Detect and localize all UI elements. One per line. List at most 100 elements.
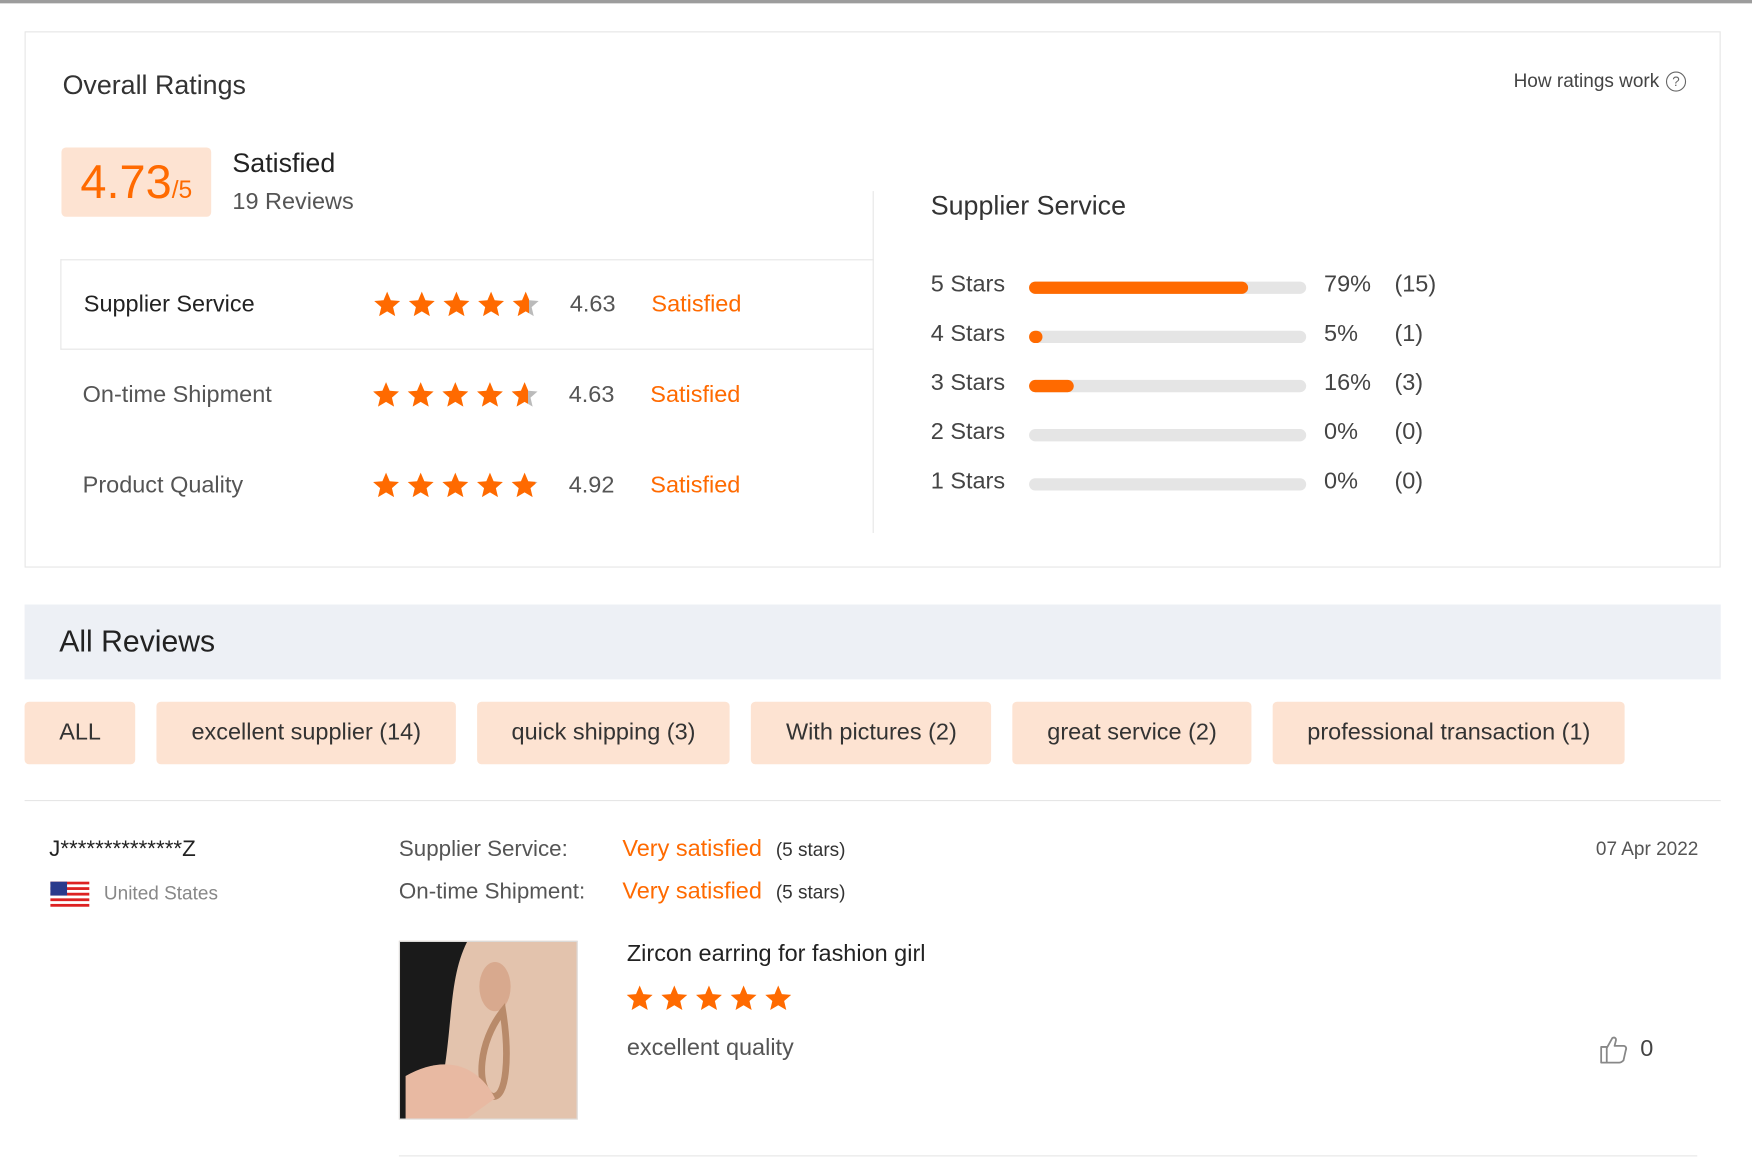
distribution-count: (0) — [1394, 468, 1424, 494]
supplier-service-stars: (5 stars) — [775, 839, 846, 861]
filter-chip-all[interactable]: ALL — [24, 701, 136, 765]
distribution-percent: 16% — [1324, 369, 1372, 396]
filter-chip-professional-transaction[interactable]: professional transaction (1) — [1272, 701, 1625, 765]
star-icon — [477, 382, 503, 407]
earring-photo-icon — [400, 941, 577, 1119]
review-text: excellent quality — [626, 1034, 794, 1061]
distribution-bar — [1029, 379, 1307, 393]
distribution-label: 1 Stars — [930, 468, 1006, 494]
top-border — [0, 0, 1752, 4]
category-label: Satisfied — [650, 381, 741, 408]
category-score: 4.63 — [569, 291, 616, 317]
all-reviews-header: All Reviews — [24, 604, 1721, 680]
star-icon — [373, 382, 399, 407]
star-icon — [478, 291, 505, 317]
star-icon — [443, 291, 470, 317]
how-ratings-work-link[interactable]: How ratings work ? — [1514, 70, 1687, 92]
distribution-bar — [1029, 330, 1307, 344]
all-reviews-title: All Reviews — [59, 624, 216, 659]
distribution-label: 4 Stars — [930, 320, 1006, 347]
star-icon — [730, 985, 757, 1011]
distribution-count: (3) — [1394, 369, 1424, 396]
filter-chip-with-pictures[interactable]: With pictures (2) — [751, 701, 992, 765]
star-icon — [696, 985, 722, 1011]
shipment-label: On-time Shipment: — [398, 879, 586, 904]
star-icon — [374, 291, 401, 317]
supplier-service-value-group: Very satisfied (5 stars) — [622, 836, 845, 863]
distribution-row: 1 Stars 0% (0) — [931, 464, 1467, 513]
us-flag-icon — [50, 881, 90, 910]
category-name: Supplier Service — [83, 291, 255, 317]
distribution-label: 3 Stars — [930, 369, 1006, 396]
category-stars — [372, 289, 541, 319]
reviewer-name: J**************Z — [49, 836, 196, 862]
category-row-product-quality[interactable]: Product Quality 4.92 Satisfied — [60, 440, 873, 531]
thumbs-up-icon[interactable] — [1598, 1034, 1629, 1065]
distribution-count: (0) — [1394, 419, 1424, 445]
category-row-on-time-shipment[interactable]: On-time Shipment 4.63 Satisfied — [60, 350, 873, 441]
category-ratings-list: Supplier Service 4.63 Satisfied On-time … — [60, 259, 874, 531]
filter-chip-quick-shipping[interactable]: quick shipping (3) — [476, 701, 731, 765]
overall-satisfaction-label: Satisfied — [232, 148, 336, 179]
review-filter-chips: ALL excellent supplier (14) quick shippi… — [24, 701, 1625, 765]
distribution-percent: 0% — [1324, 419, 1358, 445]
like-count: 0 — [1640, 1035, 1654, 1062]
distribution-label: 2 Stars — [930, 419, 1006, 445]
review-date: 07 Apr 2022 — [1595, 838, 1699, 860]
reviewer-country: United States — [103, 882, 218, 904]
category-score: 4.63 — [568, 381, 615, 408]
category-stars — [371, 470, 540, 500]
question-circle-icon[interactable]: ? — [1665, 71, 1687, 92]
distribution-row: 3 Stars 16% (3) — [931, 365, 1467, 414]
star-icon — [511, 382, 538, 407]
filter-chip-excellent-supplier[interactable]: excellent supplier (14) — [156, 701, 456, 765]
star-icon — [512, 291, 539, 317]
category-stars — [371, 380, 540, 410]
category-score: 4.92 — [568, 472, 615, 498]
distribution-bar-fill — [1029, 330, 1043, 344]
supplier-service-value: Very satisfied — [622, 835, 762, 862]
distribution-title: Supplier Service — [930, 191, 1127, 222]
distribution-count: (15) — [1394, 271, 1437, 298]
overall-score-badge: 4.73 /5 — [61, 147, 212, 217]
like-button[interactable]: 0 — [1598, 1034, 1654, 1065]
star-icon — [661, 985, 688, 1011]
distribution-bar — [1029, 429, 1307, 442]
distribution-bar-fill — [1029, 281, 1248, 294]
distribution-row: 2 Stars 0% (0) — [931, 415, 1467, 464]
how-ratings-work-label[interactable]: How ratings work — [1514, 70, 1660, 92]
distribution-count: (1) — [1394, 320, 1424, 347]
product-rating-stars — [625, 983, 794, 1013]
category-label: Satisfied — [650, 472, 741, 498]
supplier-service-label: Supplier Service: — [398, 836, 568, 862]
category-row-supplier-service[interactable]: Supplier Service 4.63 Satisfied — [60, 259, 874, 350]
overall-score: 4.73 — [80, 155, 172, 208]
product-title[interactable]: Zircon earring for fashion girl — [627, 941, 926, 968]
filter-chip-great-service[interactable]: great service (2) — [1012, 701, 1252, 765]
star-icon — [373, 472, 399, 498]
star-icon — [408, 291, 435, 317]
star-icon — [511, 472, 538, 498]
overall-ratings-title: Overall Ratings — [62, 70, 246, 101]
star-distribution: 5 Stars 79% (15) 4 Stars 5% (1) 3 Stars … — [931, 267, 1467, 513]
distribution-row: 4 Stars 5% (1) — [931, 316, 1467, 365]
divider — [24, 800, 1721, 802]
product-image[interactable] — [398, 940, 578, 1120]
star-icon — [407, 382, 434, 407]
review-divider — [398, 1155, 1698, 1157]
distribution-bar-fill — [1029, 379, 1074, 393]
star-icon — [442, 472, 469, 498]
category-name: Product Quality — [82, 472, 244, 498]
category-label: Satisfied — [651, 291, 742, 317]
star-icon — [477, 472, 503, 498]
distribution-percent: 5% — [1324, 320, 1358, 347]
star-icon — [407, 472, 434, 498]
distribution-bar — [1029, 478, 1307, 491]
star-icon — [765, 985, 792, 1011]
overall-ratings-panel: Overall Ratings How ratings work ? 4.73 … — [24, 31, 1721, 568]
category-name: On-time Shipment — [82, 381, 272, 408]
distribution-percent: 0% — [1324, 468, 1358, 494]
distribution-label: 5 Stars — [930, 271, 1006, 298]
shipment-stars: (5 stars) — [775, 881, 846, 903]
star-icon — [442, 382, 469, 407]
